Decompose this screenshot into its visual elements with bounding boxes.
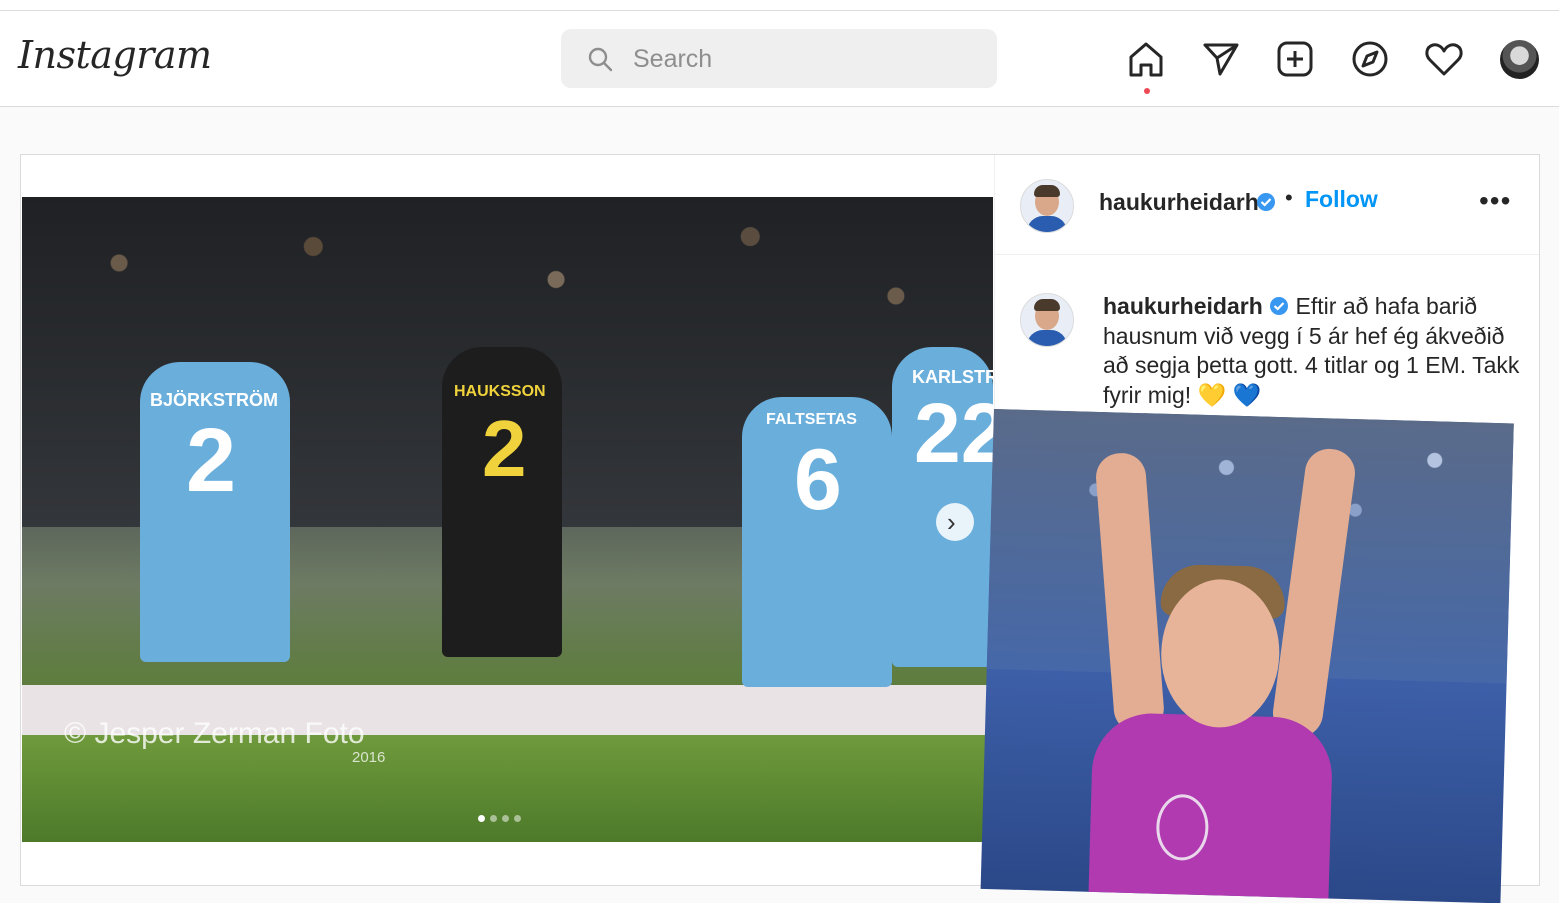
instagram-logo[interactable]: Instagram: [18, 33, 212, 77]
direct-message-icon[interactable]: [1201, 39, 1241, 79]
shirt-number: 22: [914, 386, 993, 480]
post-header: haukurheidarh • Follow •••: [995, 155, 1539, 255]
overlay-training-vest: [1087, 711, 1334, 903]
shirt-name: HAUKSSON: [454, 383, 546, 400]
separator-dot: •: [1285, 185, 1293, 210]
home-icon[interactable]: [1126, 39, 1166, 94]
caption-avatar[interactable]: [1020, 293, 1074, 347]
search-icon: [588, 47, 613, 72]
photo-watermark-year: 2016: [352, 749, 386, 766]
more-options-icon[interactable]: •••: [1479, 185, 1511, 217]
post-image[interactable]: BJÖRKSTRÖM 2 HAUKSSON 2 FALTSETAS 6 KARL…: [22, 197, 993, 842]
author-avatar[interactable]: [1020, 179, 1074, 233]
browser-top-strip: [0, 0, 1559, 11]
shirt-name: BJÖRKSTRÖM: [150, 390, 279, 410]
verified-badge-icon: [1270, 297, 1289, 315]
carousel-dot: [490, 815, 497, 822]
profile-avatar[interactable]: [1500, 40, 1539, 79]
follow-button[interactable]: Follow: [1305, 186, 1378, 213]
notification-dot: [1144, 88, 1150, 94]
verified-badge-icon: [1257, 193, 1275, 211]
heart-activity-icon[interactable]: [1424, 39, 1464, 79]
search-input[interactable]: [631, 39, 975, 79]
shirt-number: 2: [186, 411, 237, 511]
shirt-number: 6: [794, 432, 842, 528]
player-figure: HAUKSSON 2: [442, 347, 562, 657]
top-navbar: Instagram: [0, 11, 1559, 107]
search-box[interactable]: [561, 29, 997, 88]
post-caption: haukurheidarh Eftir að hafa barið hausnu…: [1103, 292, 1523, 410]
author-username[interactable]: haukurheidarh: [1099, 189, 1259, 216]
chevron-right-icon: ›: [947, 507, 956, 537]
carousel-dot-active: [478, 815, 485, 822]
photo-watermark: © Jesper Zerman Foto: [64, 717, 365, 750]
explore-icon[interactable]: [1350, 39, 1390, 79]
player-figure: BJÖRKSTRÖM 2: [140, 362, 290, 662]
carousel-dots: [478, 809, 526, 827]
overlay-photo: [980, 409, 1514, 903]
caption-username[interactable]: haukurheidarh: [1103, 293, 1263, 319]
carousel-dot: [502, 815, 509, 822]
new-post-icon[interactable]: [1275, 39, 1315, 79]
carousel-dot: [514, 815, 521, 822]
shirt-number: 2: [482, 404, 527, 493]
carousel-next-button[interactable]: ›: [936, 503, 974, 541]
shirt-name: FALTSETAS: [766, 411, 857, 428]
player-figure: FALTSETAS 6: [742, 397, 892, 687]
